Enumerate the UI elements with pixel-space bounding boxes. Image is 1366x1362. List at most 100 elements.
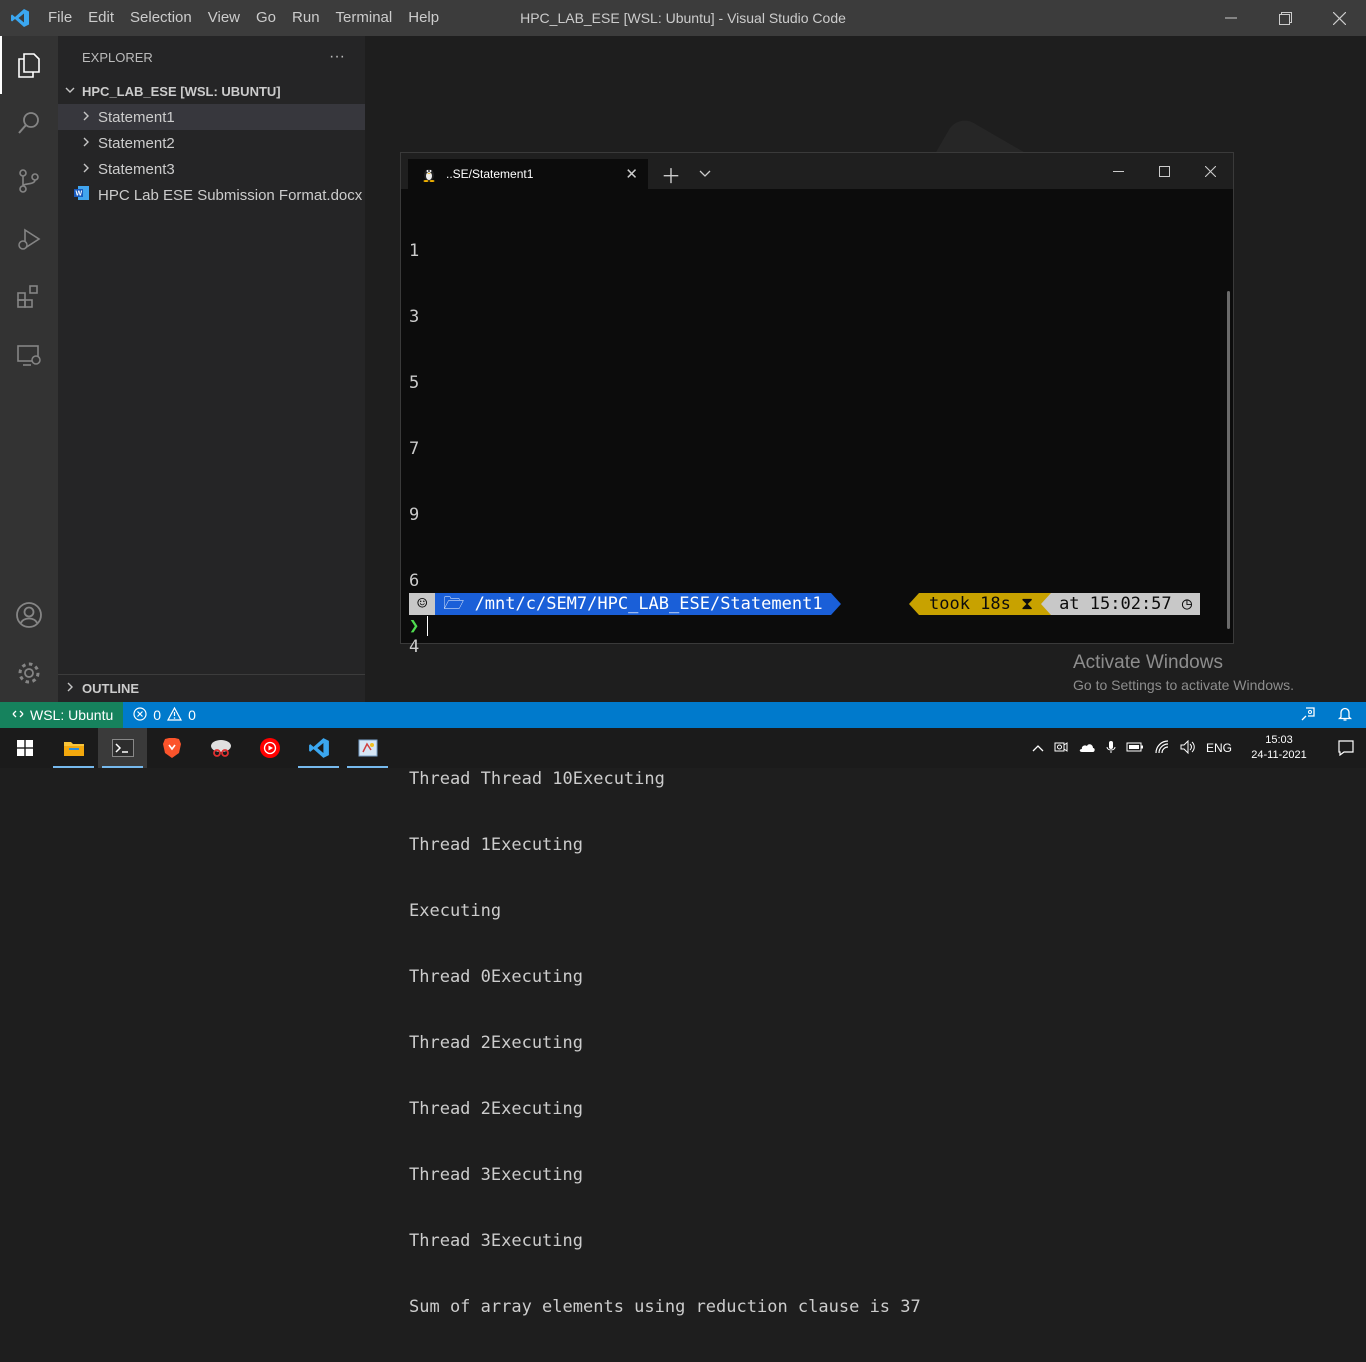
tab-close-icon[interactable]: ✕ <box>625 165 638 183</box>
output-line: Thread Thread 10Executing <box>409 769 665 789</box>
volume-icon[interactable] <box>1180 739 1196 757</box>
output-line: Thread 3Executing <box>409 1231 583 1251</box>
activate-subtitle: Go to Settings to activate Windows. <box>1073 677 1294 693</box>
camera-icon[interactable] <box>1054 740 1068 757</box>
brave-browser-icon[interactable] <box>147 728 196 768</box>
prompt-right: took 18s ⧗ at 15:02:57 ◷ <box>909 593 1201 615</box>
workspace-root[interactable]: HPC_LAB_ESE [WSL: UBUNTU] <box>58 78 365 104</box>
explorer-header: EXPLORER ··· <box>58 36 365 78</box>
settings-gear-icon[interactable] <box>0 644 58 702</box>
explorer-title: EXPLORER <box>82 49 153 65</box>
activate-windows-watermark: Activate Windows Go to Settings to activ… <box>1073 652 1294 693</box>
menu-terminal[interactable]: Terminal <box>328 0 401 36</box>
warning-icon <box>167 706 183 724</box>
warning-count: 0 <box>188 707 196 723</box>
chevron-up-icon[interactable] <box>1032 741 1044 755</box>
explorer-icon[interactable] <box>0 36 58 94</box>
windows-terminal-icon[interactable] <box>98 728 147 768</box>
onedrive-cloud-icon[interactable] <box>1078 741 1096 756</box>
output-line: 3 <box>409 307 420 327</box>
tree-file-docx[interactable]: W HPC Lab ESE Submission Format.docx <box>58 182 365 208</box>
svg-text:W: W <box>76 191 83 198</box>
chevron-down-icon[interactable] <box>688 159 722 189</box>
terminal-minimize-button[interactable] <box>1095 153 1141 189</box>
microphone-icon[interactable] <box>1106 740 1116 757</box>
system-tray: ENG 15:03 24-11-2021 <box>1032 728 1366 768</box>
prompt-input-line[interactable]: ❯ <box>409 615 429 637</box>
remote-explorer-icon[interactable] <box>0 326 58 384</box>
remote-indicator[interactable]: WSL: Ubuntu <box>0 702 124 728</box>
youtube-music-icon[interactable] <box>245 728 294 768</box>
powerline-arrow <box>830 593 841 615</box>
menu-edit[interactable]: Edit <box>80 0 122 36</box>
explorer-sidebar: EXPLORER ··· HPC_LAB_ESE [WSL: UBUNTU] S… <box>58 36 365 702</box>
menu-selection[interactable]: Selection <box>122 0 200 36</box>
text-cursor <box>427 616 429 636</box>
terminal-maximize-button[interactable] <box>1141 153 1187 189</box>
search-icon[interactable] <box>0 94 58 152</box>
workspace-root-label: HPC_LAB_ESE [WSL: UBUNTU] <box>82 83 281 99</box>
tree-folder-statement2[interactable]: Statement2 <box>58 130 365 156</box>
vscode-logo-icon <box>0 0 40 36</box>
word-document-icon: W <box>74 185 98 205</box>
menu-run[interactable]: Run <box>284 0 328 36</box>
close-button[interactable] <box>1312 0 1366 36</box>
menu-file[interactable]: File <box>40 0 80 36</box>
menu-view[interactable]: View <box>200 0 248 36</box>
output-line: Thread 2Executing <box>409 1099 583 1119</box>
run-debug-icon[interactable] <box>0 210 58 268</box>
feedback-icon[interactable] <box>1300 706 1316 725</box>
terminal-tab-title: ..SE/Statement1 <box>446 167 534 181</box>
output-line: Thread 3Executing <box>409 1165 583 1185</box>
terminal-window-controls <box>1095 153 1233 189</box>
title-bar: File Edit Selection View Go Run Terminal… <box>0 0 1366 36</box>
prompt-time-segment: at 15:02:57 ◷ <box>1051 593 1201 615</box>
prompt-left: ☺ 🗁 /mnt/c/SEM7/HPC_LAB_ESE/Statement1 <box>409 593 841 615</box>
restore-button[interactable] <box>1258 0 1312 36</box>
problems-indicator[interactable]: 0 0 <box>133 706 196 724</box>
windows-taskbar: ENG 15:03 24-11-2021 <box>0 728 1366 768</box>
new-tab-button[interactable]: ＋ <box>654 159 688 189</box>
minimize-button[interactable] <box>1204 0 1258 36</box>
terminal-window: ..SE/Statement1 ✕ ＋ 1 3 5 7 9 6 4 2 Thre… <box>400 152 1234 1317</box>
activate-title: Activate Windows <box>1073 652 1223 673</box>
file-explorer-icon[interactable] <box>49 728 98 768</box>
vscode-taskbar-icon[interactable] <box>294 728 343 768</box>
extensions-icon[interactable] <box>0 268 58 326</box>
output-line: 4 <box>409 637 420 657</box>
output-line: 6 <box>409 571 420 591</box>
outline-label: OUTLINE <box>82 681 140 696</box>
battery-icon[interactable] <box>1126 741 1144 756</box>
terminal-scrollbar[interactable] <box>1227 291 1230 629</box>
outline-section[interactable]: OUTLINE <box>58 674 365 702</box>
account-icon[interactable] <box>0 586 58 644</box>
output-line: Executing <box>409 901 502 921</box>
wifi-icon[interactable] <box>1154 739 1170 757</box>
output-line: Thread 0Executing <box>409 967 583 987</box>
tree-folder-statement3[interactable]: Statement3 <box>58 156 365 182</box>
clock-time: 15:03 <box>1265 734 1293 746</box>
source-control-icon[interactable] <box>0 152 58 210</box>
menu-bar: File Edit Selection View Go Run Terminal… <box>40 0 447 36</box>
terminal-output[interactable]: 1 3 5 7 9 6 4 2 Thread Thread 10Executin… <box>409 196 921 1362</box>
output-line: Sum of array elements using reduction cl… <box>409 1297 921 1317</box>
paint-icon[interactable] <box>343 728 392 768</box>
clock[interactable]: 15:03 24-11-2021 <box>1242 733 1316 763</box>
chevron-right-icon <box>64 681 82 696</box>
notifications-bell-icon[interactable] <box>1337 706 1353 725</box>
prompt-duration-segment: took 18s ⧗ <box>919 593 1042 615</box>
tree-item-label: Statement3 <box>98 160 175 178</box>
menu-help[interactable]: Help <box>400 0 447 36</box>
menu-go[interactable]: Go <box>248 0 284 36</box>
language-indicator[interactable]: ENG <box>1206 741 1232 755</box>
terminal-tab[interactable]: ..SE/Statement1 ✕ <box>408 159 648 189</box>
start-windows-icon[interactable] <box>0 728 49 768</box>
terminal-close-button[interactable] <box>1187 153 1233 189</box>
action-center-icon[interactable] <box>1326 740 1366 756</box>
prompt-os-segment: ☺ <box>409 593 436 615</box>
tree-folder-statement1[interactable]: Statement1 <box>58 104 365 130</box>
linux-penguin-icon <box>422 166 436 182</box>
more-actions-button[interactable]: ··· <box>329 48 345 66</box>
snipping-tool-icon[interactable] <box>196 728 245 768</box>
tree-item-label: HPC Lab ESE Submission Format.docx <box>98 186 363 204</box>
